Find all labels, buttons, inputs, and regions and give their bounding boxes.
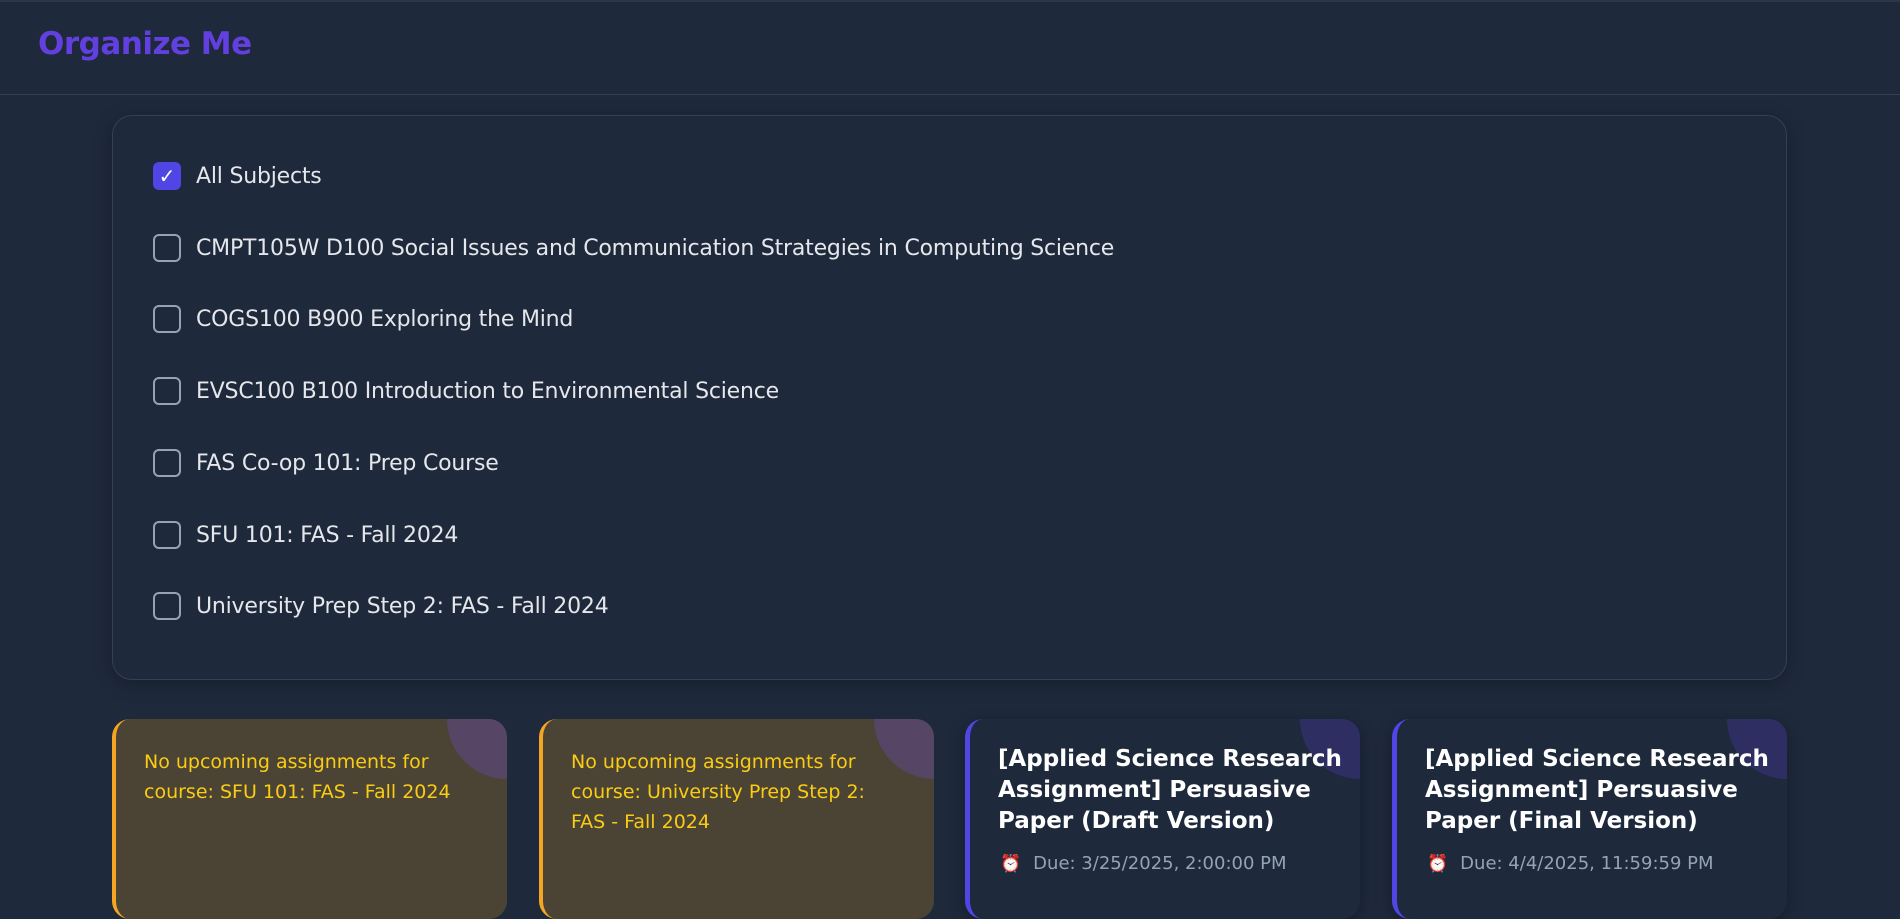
due-text: Due: 4/4/2025, 11:59:59 PM xyxy=(1460,853,1714,874)
no-assignments-message: No upcoming assignments for course: Univ… xyxy=(571,751,865,833)
filter-label: COGS100 B900 Exploring the Mind xyxy=(196,306,574,332)
assignment-due-date: ⏰ Due: 4/4/2025, 11:59:59 PM xyxy=(1427,853,1714,874)
assignment-title: [Applied Science Research Assignment] Pe… xyxy=(998,746,1342,834)
filter-sfu-101[interactable]: ✓ SFU 101: FAS - Fall 2024 xyxy=(153,520,458,550)
filter-evsc100[interactable]: ✓ EVSC100 B100 Introduction to Environme… xyxy=(153,376,779,406)
checkbox[interactable]: ✓ xyxy=(153,377,181,405)
alarm-clock-icon: ⏰ xyxy=(1000,853,1022,874)
assignment-card[interactable]: [Applied Science Research Assignment] Pe… xyxy=(1392,719,1787,919)
filter-cogs100[interactable]: ✓ COGS100 B900 Exploring the Mind xyxy=(153,304,573,334)
filter-university-prep[interactable]: ✓ University Prep Step 2: FAS - Fall 202… xyxy=(153,591,609,621)
no-assignments-card: No upcoming assignments for course: Univ… xyxy=(539,719,934,919)
filter-label: FAS Co-op 101: Prep Course xyxy=(196,450,499,476)
filter-cmpt105w[interactable]: ✓ CMPT105W D100 Social Issues and Commun… xyxy=(153,233,1114,263)
due-text: Due: 3/25/2025, 2:00:00 PM xyxy=(1033,853,1287,874)
app-header: Organize Me xyxy=(0,0,1900,95)
assignment-due-date: ⏰ Due: 3/25/2025, 2:00:00 PM xyxy=(1000,853,1287,874)
check-icon: ✓ xyxy=(158,164,176,188)
checkbox[interactable]: ✓ xyxy=(153,162,181,190)
filter-label: SFU 101: FAS - Fall 2024 xyxy=(196,522,459,548)
checkbox[interactable]: ✓ xyxy=(153,234,181,262)
checkbox[interactable]: ✓ xyxy=(153,305,181,333)
filter-label: All Subjects xyxy=(196,163,322,189)
filter-all-subjects[interactable]: ✓ All Subjects xyxy=(153,161,322,191)
filter-label: University Prep Step 2: FAS - Fall 2024 xyxy=(196,593,609,619)
filter-fas-coop-101[interactable]: ✓ FAS Co-op 101: Prep Course xyxy=(153,448,499,478)
checkbox[interactable]: ✓ xyxy=(153,521,181,549)
filter-label: EVSC100 B100 Introduction to Environment… xyxy=(196,378,779,404)
checkbox[interactable]: ✓ xyxy=(153,449,181,477)
checkbox[interactable]: ✓ xyxy=(153,592,181,620)
assignment-title: [Applied Science Research Assignment] Pe… xyxy=(1425,746,1769,834)
assignment-card[interactable]: [Applied Science Research Assignment] Pe… xyxy=(965,719,1360,919)
no-assignments-card: No upcoming assignments for course: SFU … xyxy=(112,719,507,919)
alarm-clock-icon: ⏰ xyxy=(1427,853,1449,874)
subject-filter-panel: ✓ All Subjects ✓ CMPT105W D100 Social Is… xyxy=(112,115,1787,680)
filter-label: CMPT105W D100 Social Issues and Communic… xyxy=(196,235,1115,261)
app-logo-title[interactable]: Organize Me xyxy=(38,26,252,62)
no-assignments-message: No upcoming assignments for course: SFU … xyxy=(144,751,451,803)
